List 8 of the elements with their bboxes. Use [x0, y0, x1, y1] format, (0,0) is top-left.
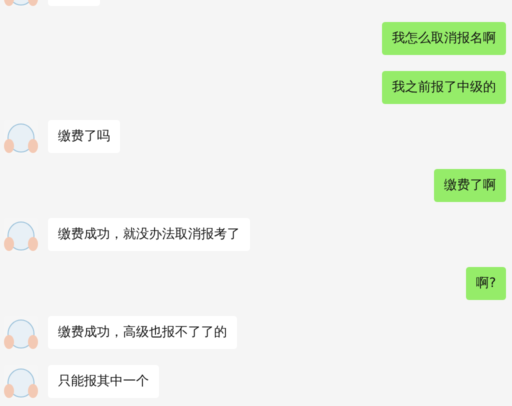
message-bubble: 缴费了吗	[48, 120, 120, 153]
message-bubble: 缴费成功，就没办法取消报考了	[48, 218, 250, 251]
message-bubble: 我怎么取消报名啊	[382, 22, 506, 55]
message-bubble: 缴费了啊	[434, 169, 506, 202]
message-bubble: 我之前报了中级的	[382, 71, 506, 104]
message-bubble: 只能报其中一个	[48, 365, 159, 398]
message-bubble: 缴费成功，高级也报不了了的	[48, 316, 237, 349]
message-bubble: 啊?	[466, 267, 506, 300]
